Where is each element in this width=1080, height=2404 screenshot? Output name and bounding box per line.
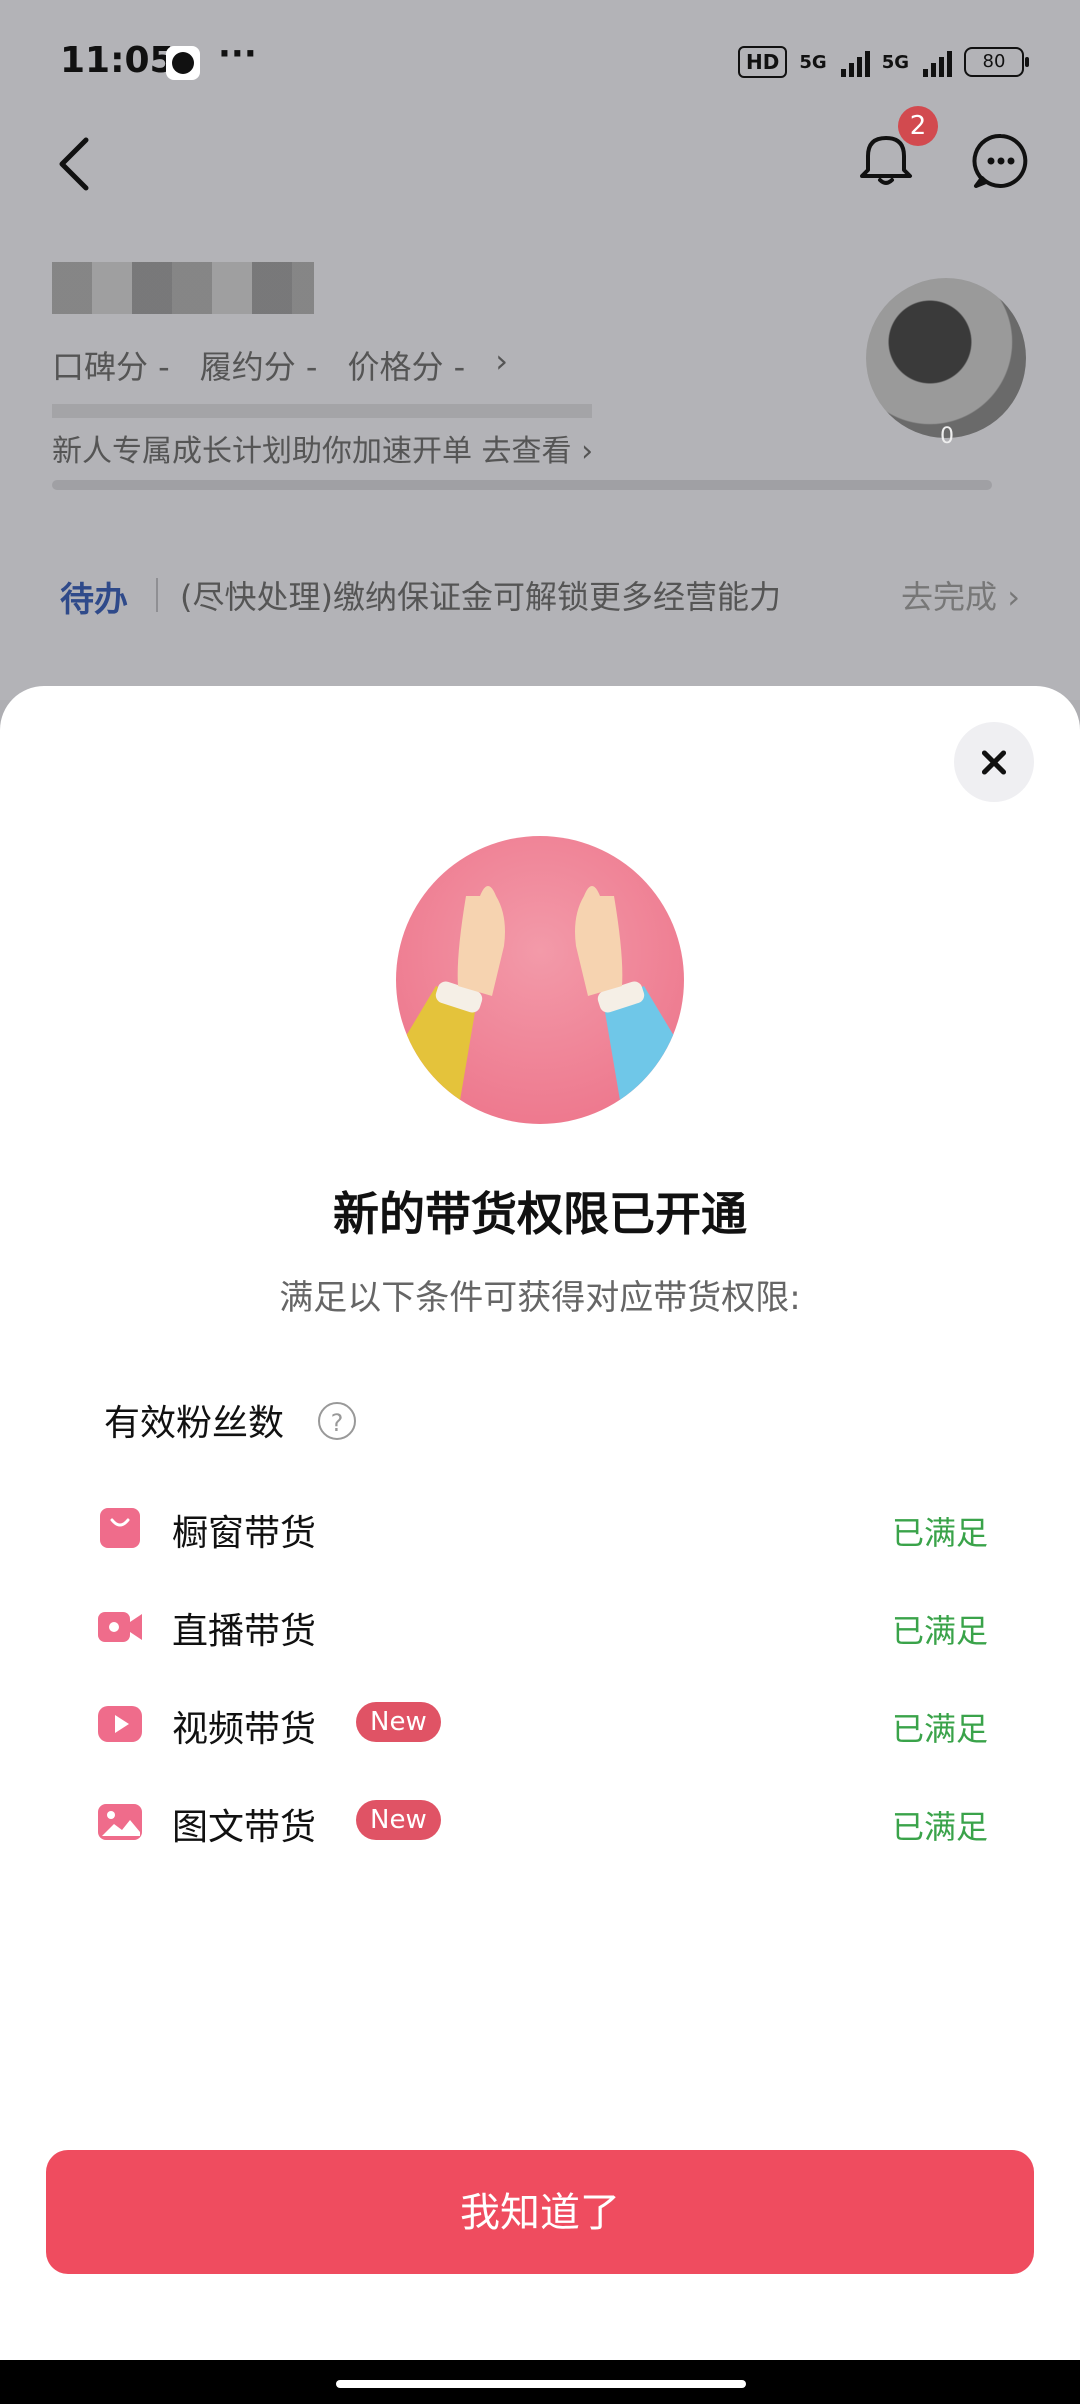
signal-icon [923, 47, 952, 77]
got-it-button[interactable]: 我知道了 [46, 2150, 1034, 2274]
permission-label: 图文带货 [172, 1807, 317, 1848]
fulfillment-score: 履约分 - [199, 348, 318, 386]
todo-bar[interactable]: 待办 (尽快处理)缴纳保证金可解锁更多经营能力 去完成 › [0, 548, 1080, 642]
status-app-icon [166, 46, 200, 80]
new-badge: New [356, 1702, 441, 1742]
close-button[interactable] [954, 722, 1034, 802]
chevron-right-icon: › [495, 342, 508, 380]
image-icon [98, 1804, 142, 1840]
message-icon[interactable] [972, 132, 1030, 190]
home-indicator[interactable] [336, 2380, 746, 2388]
status-bar: 11:05 ··· HD 5G 5G 80 [0, 0, 1080, 120]
permission-label: 橱窗带货 [172, 1513, 317, 1554]
permission-status: 已满足 [891, 1710, 988, 1748]
network-label-2: 5G [881, 51, 909, 73]
help-icon[interactable]: ? [318, 1402, 356, 1440]
back-icon[interactable] [52, 134, 96, 194]
raised-hands-icon [396, 836, 684, 1124]
permission-status: 已满足 [891, 1514, 988, 1552]
price-score: 价格分 - [347, 348, 466, 386]
permission-row-image-text: 图文带货 New 已满足 [0, 1784, 1080, 1864]
play-video-icon [98, 1706, 142, 1742]
avatar[interactable] [866, 278, 1026, 438]
avatar-badge: 0 [940, 424, 954, 449]
signal-icon [840, 47, 870, 77]
notification-badge: 2 [898, 106, 938, 146]
permission-status: 已满足 [891, 1808, 988, 1846]
permission-row-live: 直播带货 已满足 [0, 1588, 1080, 1668]
permission-label: 视频带货 [172, 1709, 317, 1750]
score-row[interactable]: 口碑分 - 履约分 - 价格分 - › [52, 342, 508, 388]
permission-status: 已满足 [891, 1612, 988, 1650]
hd-indicator: HD [738, 46, 788, 78]
permission-row-showcase: 橱窗带货 已满足 [0, 1490, 1080, 1570]
permission-row-video: 视频带货 New 已满足 [0, 1686, 1080, 1766]
todo-text: (尽快处理)缴纳保证金可解锁更多经营能力 [180, 578, 781, 616]
battery-icon: 80 [964, 47, 1029, 77]
todo-divider [156, 578, 158, 612]
clipped-text-line [52, 404, 592, 418]
progress-track [52, 480, 992, 490]
status-time: 11:05 [60, 40, 175, 81]
permission-label: 直播带货 [172, 1611, 317, 1652]
todo-complete-link[interactable]: 去完成 › [901, 572, 1020, 618]
new-badge: New [356, 1800, 441, 1840]
shop-name-redacted [52, 262, 314, 314]
sheet-title: 新的带货权限已开通 [333, 1187, 747, 1241]
todo-label: 待办 [60, 580, 128, 620]
reputation-score: 口碑分 - [52, 348, 170, 386]
sheet-subtitle: 满足以下条件可获得对应带货权限: [279, 1278, 801, 1318]
video-camera-icon [98, 1612, 142, 1642]
growth-plan-link[interactable]: 新人专属成长计划助你加速开单 去查看 › [52, 426, 593, 470]
network-label-1: 5G [799, 51, 827, 73]
status-more-indicator: ··· [218, 34, 257, 74]
section-title: 有效粉丝数 [104, 1403, 285, 1444]
status-right-group: HD 5G 5G 80 [738, 46, 1029, 78]
shopping-bag-icon [100, 1508, 140, 1548]
